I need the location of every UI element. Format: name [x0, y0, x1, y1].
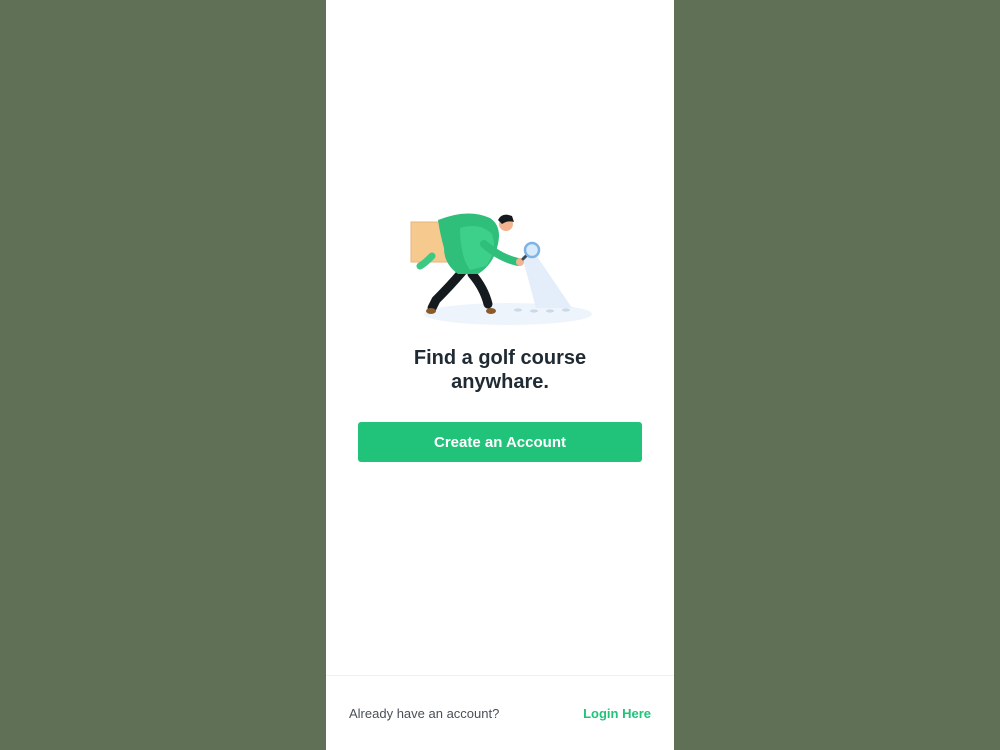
already-have-account-text: Already have an account? — [349, 706, 500, 721]
footer-divider — [326, 675, 674, 676]
person-search-illustration-icon — [410, 208, 592, 328]
headline-line-2: anywhare. — [451, 371, 549, 393]
create-account-button[interactable]: Create an Account — [358, 422, 642, 462]
page-title: Find a golf course anywhare. — [326, 346, 674, 394]
headline-line-1: Find a golf course — [413, 347, 587, 369]
login-link[interactable]: Login Here — [583, 706, 651, 721]
app-screen: Find a golf course anywhare. Create an A… — [326, 0, 674, 750]
